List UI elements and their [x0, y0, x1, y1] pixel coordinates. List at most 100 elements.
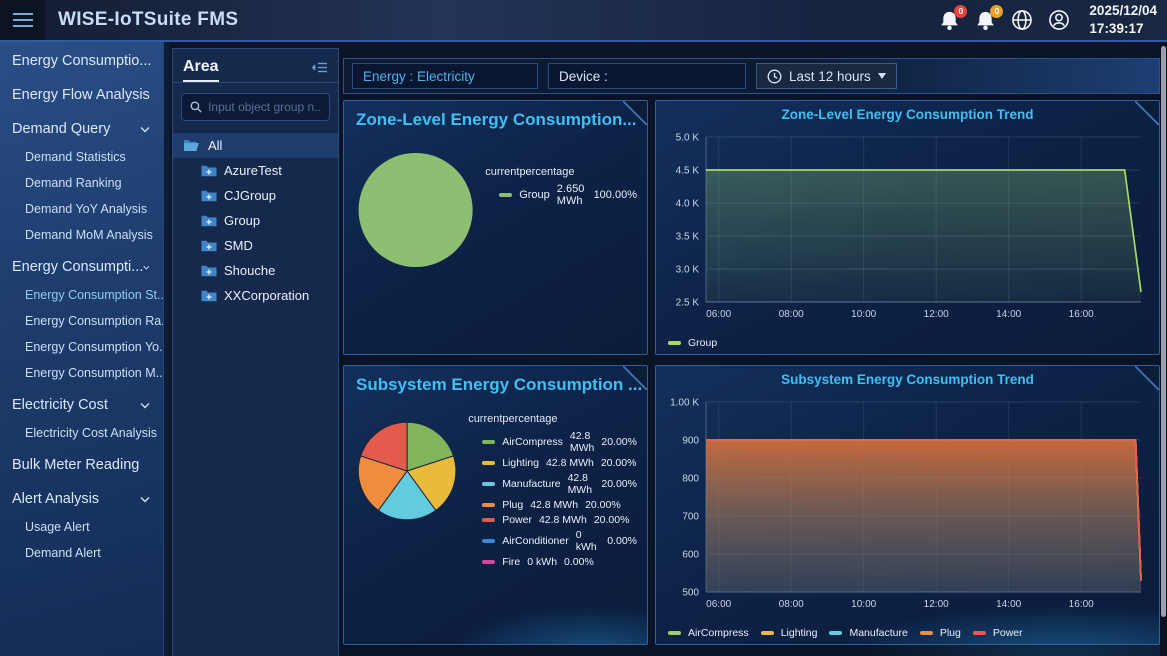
svg-text:10:00: 10:00 [851, 309, 876, 320]
notification-bell-1[interactable]: 0 [939, 10, 960, 31]
legend-item: Power42.8 MWh20.00% [468, 514, 637, 526]
globe-icon [1011, 9, 1033, 31]
svg-text:900: 900 [682, 436, 699, 447]
legend-name: Plug [502, 499, 523, 511]
legend-swatch [482, 482, 495, 486]
menu-button[interactable] [0, 0, 45, 40]
sidebar-item-demand-yoy-analysis[interactable]: Demand YoY Analysis [0, 196, 163, 222]
sidebar-item-electricity-cost-analysis[interactable]: Electricity Cost Analysis [0, 420, 163, 446]
sidebar-item-label: Energy Flow Analysis [12, 87, 150, 103]
sidebar-item-demand-ranking[interactable]: Demand Ranking [0, 170, 163, 196]
sidebar-item-alert-analysis[interactable]: Alert Analysis [0, 480, 163, 514]
sidebar-item-bulk-meter-reading[interactable]: Bulk Meter Reading [0, 446, 163, 480]
legend-item: Power [973, 627, 1023, 639]
legend-name: Power [993, 627, 1023, 639]
legend-item: Group2.650 MWh100.00% [485, 183, 637, 207]
legend-value: 42.8 MWh [568, 472, 595, 496]
account-icon [1048, 9, 1070, 31]
subsystem-pie-chart: currentpercentageAirCompress42.8 MWh20.0… [344, 397, 647, 571]
tree-item-cjgroup[interactable]: CJGroup [173, 183, 338, 208]
sidebar-item-label: Demand Alert [25, 546, 101, 560]
sidebar-item-demand-statistics[interactable]: Demand Statistics [0, 144, 163, 170]
sidebar-item-energy-flow-analysis[interactable]: Energy Flow Analysis [0, 76, 163, 110]
sidebar-item-demand-query[interactable]: Demand Query [0, 110, 163, 144]
sidebar-item-label: Demand Statistics [25, 150, 126, 164]
tree-item-all[interactable]: All [173, 133, 338, 158]
sidebar-item-demand-alert[interactable]: Demand Alert [0, 540, 163, 566]
sidebar-item-label: Demand Query [12, 121, 110, 137]
legend-item: Manufacture [829, 627, 907, 639]
sidebar-item-energy-consumption-ra[interactable]: Energy Consumption Ra... [0, 308, 163, 334]
sidebar-item-energy-consumpti[interactable]: Energy Consumpti... [0, 248, 163, 282]
tree-item-smd[interactable]: SMD [173, 233, 338, 258]
area-column: Area [170, 42, 343, 656]
collapse-panel-icon[interactable] [312, 61, 328, 79]
svg-text:800: 800 [682, 474, 699, 485]
corner-fold-icon [623, 101, 647, 125]
legend-name: Fire [502, 556, 520, 568]
tree-item-label: XXCorporation [224, 288, 309, 303]
sidebar-item-usage-alert[interactable]: Usage Alert [0, 514, 163, 540]
legend-value: 42.8 MWh [570, 430, 595, 454]
tree-item-shouche[interactable]: Shouche [173, 258, 338, 283]
sidebar-item-label: Alert Analysis [12, 491, 99, 507]
sidebar-item-energy-consumption-st[interactable]: Energy Consumption St... [0, 282, 163, 308]
sidebar-item-label: Electricity Cost [12, 397, 108, 413]
legend-item: Group [668, 337, 717, 349]
legend-title: currentpercentage [468, 413, 637, 425]
legend-swatch [499, 193, 512, 197]
legend-percent: 0.00% [607, 535, 637, 547]
sidebar-item-energy-consumption-yo[interactable]: Energy Consumption Yo... [0, 334, 163, 360]
language-globe-button[interactable] [1011, 9, 1033, 31]
time-range-filter[interactable]: Last 12 hours [756, 63, 897, 89]
zone-pie-chart: currentpercentage Group2.650 MWh100.00% [344, 132, 647, 280]
device-filter[interactable]: Device : [548, 63, 746, 89]
zone-trend-chart: 5.0 K4.5 K4.0 K3.5 K3.0 K2.5 K06:0008:00… [660, 127, 1155, 330]
legend-item: AirCompress [668, 627, 749, 639]
notification-bell-2[interactable]: 0 [975, 10, 996, 31]
search-input[interactable] [208, 100, 321, 114]
legend-title: currentpercentage [485, 166, 637, 178]
sidebar-item-demand-mom-analysis[interactable]: Demand MoM Analysis [0, 222, 163, 248]
tree-item-label: Shouche [224, 263, 275, 278]
svg-text:4.0 K: 4.0 K [676, 199, 700, 210]
tree-item-group[interactable]: Group [173, 208, 338, 233]
svg-text:4.5 K: 4.5 K [676, 166, 700, 177]
folder-plus-icon [201, 190, 217, 202]
energy-filter[interactable]: Energy : Electricity [352, 63, 538, 89]
sidebar-item-label: Energy Consumpti... [12, 259, 143, 275]
sidebar-item-energy-consumption-m[interactable]: Energy Consumption M... [0, 360, 163, 386]
chevron-down-icon [140, 126, 150, 133]
legend-item: Manufacture42.8 MWh20.00% [468, 472, 637, 496]
sidebar-item-electricity-cost[interactable]: Electricity Cost [0, 386, 163, 420]
legend-value: 42.8 MWh [539, 514, 587, 526]
open-folder-icon [183, 139, 200, 152]
legend-swatch [482, 539, 495, 543]
svg-text:06:00: 06:00 [706, 309, 731, 320]
page-scrollbar[interactable] [1160, 42, 1167, 656]
legend-name: Manufacture [502, 478, 560, 490]
svg-text:3.5 K: 3.5 K [676, 232, 700, 243]
account-button[interactable] [1048, 9, 1070, 31]
sidebar-item-energy-consumptio[interactable]: Energy Consumptio... [0, 42, 163, 76]
legend-value: 0 kWh [576, 529, 600, 553]
datetime-display: 2025/12/04 17:39:17 [1089, 2, 1157, 37]
scrollbar-thumb[interactable] [1161, 46, 1166, 617]
legend-percent: 20.00% [601, 457, 637, 469]
svg-text:14:00: 14:00 [996, 309, 1021, 320]
subsystem-trend-chart: 1.00 K90080070060050006:0008:0010:0012:0… [660, 392, 1155, 620]
svg-text:06:00: 06:00 [706, 599, 731, 610]
legend-item: Plug42.8 MWh20.00% [468, 499, 637, 511]
search-box[interactable] [181, 93, 330, 121]
sidebar-scrollbar[interactable] [163, 42, 170, 656]
pie-svg [356, 140, 475, 280]
legend-value: 42.8 MWh [530, 499, 578, 511]
pie-legend: currentpercentageAirCompress42.8 MWh20.0… [468, 413, 637, 571]
sidebar-item-label: Demand MoM Analysis [25, 228, 153, 242]
time-text: 17:39:17 [1089, 20, 1157, 38]
tree-item-azuretest[interactable]: AzureTest [173, 158, 338, 183]
tree-item-xxcorporation[interactable]: XXCorporation [173, 283, 338, 308]
svg-text:500: 500 [682, 588, 699, 599]
legend-value: 42.8 MWh [546, 457, 594, 469]
subsystem-trend-panel: Subsystem Energy Consumption Trend 1.00 … [655, 365, 1160, 645]
